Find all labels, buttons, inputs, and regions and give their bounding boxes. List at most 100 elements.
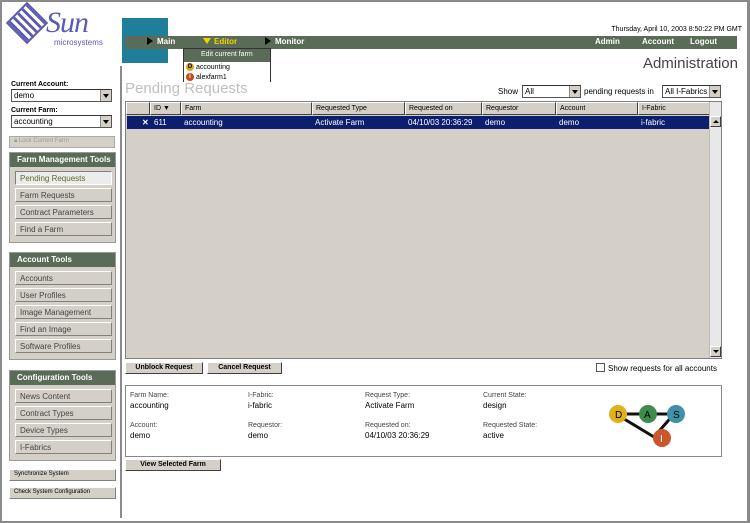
show-all-accounts-label: Show requests for all accounts [608,364,717,373]
requested-state-label: Requested State: [483,422,538,429]
tool-pending-requests[interactable]: Pending Requests [15,171,112,185]
requestor-value: demo [248,431,269,440]
show-filter-select[interactable]: All [522,85,581,98]
requests-table: ID ▼ Farm Requested Type Requested on Re… [125,101,722,359]
scroll-down-icon[interactable] [710,346,721,357]
state-i-label: I [660,434,663,445]
current-farm-value: accounting [14,117,53,126]
tool-image-management[interactable]: Image Management [15,305,112,319]
tool-news-content[interactable]: News Content [15,389,112,403]
account-label: Account: [130,422,158,429]
triangle-right-icon [147,37,153,45]
page-title: Administration [642,55,738,72]
design-state-icon: D [186,63,194,71]
sun-logo: Sun microsystems [5,1,110,50]
table-header: ID ▼ Farm Requested Type Requested on Re… [126,102,711,115]
current-account-value: demo [14,91,35,100]
editor-menu-item[interactable]: D accounting [184,62,270,72]
brand-name: Sun [46,6,89,39]
column-header-type[interactable]: Requested Type [312,102,405,115]
triangle-down-icon [203,38,211,44]
current-account-select[interactable]: demo [11,89,112,102]
column-header-id[interactable]: ID ▼ [150,102,181,115]
column-header-select[interactable] [126,102,150,115]
chevron-down-icon [100,116,111,127]
cancel-request-button[interactable]: Cancel Request [207,362,282,374]
tool-user-profiles[interactable]: User Profiles [15,288,112,302]
nav-monitor[interactable]: Monitor [265,37,304,46]
lock-farm-button[interactable]: 🔒︎ Lock Current Farm [9,136,115,148]
config-tools-title: Configuration Tools [10,371,115,385]
sort-icon: ▼ [162,105,170,112]
fabric-filter-value: All I-Fabrics [665,87,708,96]
tool-accounts[interactable]: Accounts [15,271,112,285]
farm-name-label: Farm Name: [130,392,169,399]
header-date: Thursday, April 10, 2003 8:50:22 PM GMT [611,26,742,33]
ifabric-value: i-fabric [248,401,273,410]
synchronize-system-button[interactable]: Synchronize System [9,469,116,481]
request-detail-panel: Farm Name: accounting I-Fabric: i-fabric… [125,385,722,457]
show-all-accounts-checkbox[interactable] [596,363,605,372]
column-header-account[interactable]: Account [556,102,638,115]
unblock-request-button[interactable]: Unblock Request [125,362,203,374]
editor-dropdown-menu: Edit current farm D accounting i alexfar… [183,48,271,82]
cell-requestor: demo [485,118,506,127]
requested-state-value: active [483,431,504,440]
requestor-label: Requestor: [248,422,283,429]
account-tools-title: Account Tools [10,253,115,267]
cell-account: demo [559,118,580,127]
column-header-farm[interactable]: Farm [181,102,312,115]
pending-label: pending requests in [584,87,654,96]
tool-contract-parameters[interactable]: Contract Parameters [15,205,112,219]
check-config-button[interactable]: Check System Configuration [9,487,116,499]
fabric-filter-select[interactable]: All I-Fabrics [662,85,721,98]
left-divider [120,66,122,518]
cell-requested-on: 04/10/03 20:36:29 [408,118,473,127]
editor-menu-item-label: accounting [196,63,230,71]
cell-id: 611 [154,118,167,127]
current-farm-select[interactable]: accounting [11,115,112,128]
state-s-label: S [673,410,680,421]
requested-on-value: 04/10/03 20:36:29 [365,431,430,440]
request-type-label: Request Type: [365,392,411,399]
nav-editor[interactable]: Editor [203,37,237,46]
tool-device-types[interactable]: Device Types [15,423,112,437]
nav-logout[interactable]: Logout [690,37,717,46]
account-tools-panel: Account Tools Accounts User Profiles Ima… [9,252,116,360]
table-row[interactable]: ✕ 611 accounting Activate Farm 04/10/03 … [127,116,711,129]
state-a-label: A [644,410,651,421]
chevron-down-icon [709,86,720,97]
nav-main[interactable]: Main [147,37,175,46]
cell-ifabric: i-fabric [641,118,666,127]
column-header-ifabric[interactable]: I-Fabric [638,102,711,115]
show-label: Show [498,87,519,96]
tool-find-a-farm[interactable]: Find a Farm [15,222,112,236]
account-value: demo [130,431,151,440]
triangle-right-icon [265,37,271,45]
state-d-label: D [615,410,622,421]
config-tools-panel: Configuration Tools News Content Contrac… [9,370,116,461]
view-selected-farm-button[interactable]: View Selected Farm [125,459,221,471]
tool-farm-requests[interactable]: Farm Requests [15,188,112,202]
farm-tools-title: Farm Management Tools [10,153,115,167]
scroll-up-icon[interactable] [710,116,721,127]
tool-software-profiles[interactable]: Software Profiles [15,339,112,353]
current-farm-label: Current Farm: [11,107,58,114]
cell-farm: accounting [184,118,223,127]
table-scrollbar[interactable] [709,102,721,358]
lock-farm-label: Lock Current Farm [18,138,69,144]
sun-logo-icon [5,1,49,45]
nav-admin[interactable]: Admin [595,37,620,46]
editor-menu-header[interactable]: Edit current farm [184,49,270,62]
state-diagram-icon: D A S I [609,405,685,447]
nav-account[interactable]: Account [642,37,674,46]
tool-contract-types[interactable]: Contract Types [15,406,112,420]
farm-name-value: accounting [130,401,169,410]
nav-accent-strip [122,49,168,63]
column-header-requested-on[interactable]: Requested on [405,102,482,115]
column-header-requestor[interactable]: Requestor [482,102,556,115]
farm-tools-panel: Farm Management Tools Pending Requests F… [9,152,116,243]
tool-find-an-image[interactable]: Find an Image [15,322,112,336]
lock-icon: 🔒︎ [14,138,18,144]
tool-i-fabrics[interactable]: I-Fabrics [15,440,112,454]
